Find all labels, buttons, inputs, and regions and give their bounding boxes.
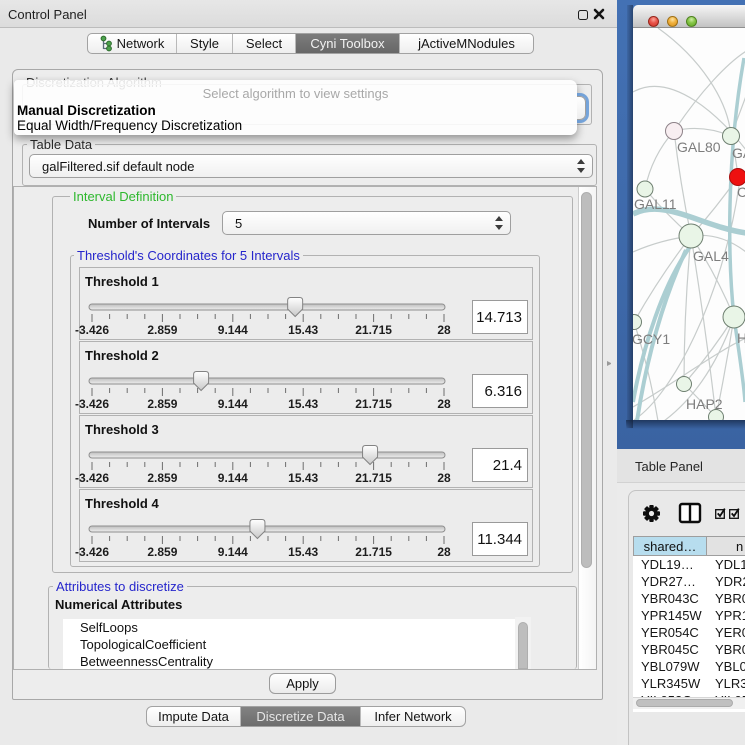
svg-text:C: C: [737, 184, 745, 200]
svg-text:28: 28: [437, 471, 451, 485]
svg-text:21.715: 21.715: [355, 397, 392, 411]
svg-text:-3.426: -3.426: [75, 397, 109, 411]
svg-text:9.144: 9.144: [218, 545, 248, 559]
svg-text:21.715: 21.715: [355, 545, 392, 559]
svg-text:15.43: 15.43: [288, 323, 318, 337]
svg-text:15.43: 15.43: [288, 397, 318, 411]
svg-text:28: 28: [437, 323, 451, 337]
svg-text:21.715: 21.715: [355, 323, 392, 337]
svg-text:GCY1: GCY1: [633, 331, 670, 347]
svg-text:2.859: 2.859: [147, 397, 177, 411]
svg-text:15.43: 15.43: [288, 471, 318, 485]
svg-text:-3.426: -3.426: [75, 545, 109, 559]
svg-text:GAL4: GAL4: [693, 248, 729, 264]
svg-text:2.859: 2.859: [147, 545, 177, 559]
svg-text:GAL11: GAL11: [634, 196, 677, 212]
svg-text:9.144: 9.144: [218, 323, 248, 337]
svg-text:-3.426: -3.426: [75, 471, 109, 485]
svg-text:28: 28: [437, 397, 451, 411]
svg-text:28: 28: [437, 545, 451, 559]
svg-text:GAL80: GAL80: [677, 139, 721, 155]
svg-text:-3.426: -3.426: [75, 323, 109, 337]
svg-text:2.859: 2.859: [147, 471, 177, 485]
svg-text:GA: GA: [732, 145, 745, 161]
svg-text:21.715: 21.715: [355, 471, 392, 485]
svg-text:H: H: [737, 330, 745, 346]
svg-text:HAP2: HAP2: [686, 396, 723, 412]
svg-text:2.859: 2.859: [147, 323, 177, 337]
svg-text:9.144: 9.144: [218, 471, 248, 485]
svg-text:15.43: 15.43: [288, 545, 318, 559]
svg-text:9.144: 9.144: [218, 397, 248, 411]
